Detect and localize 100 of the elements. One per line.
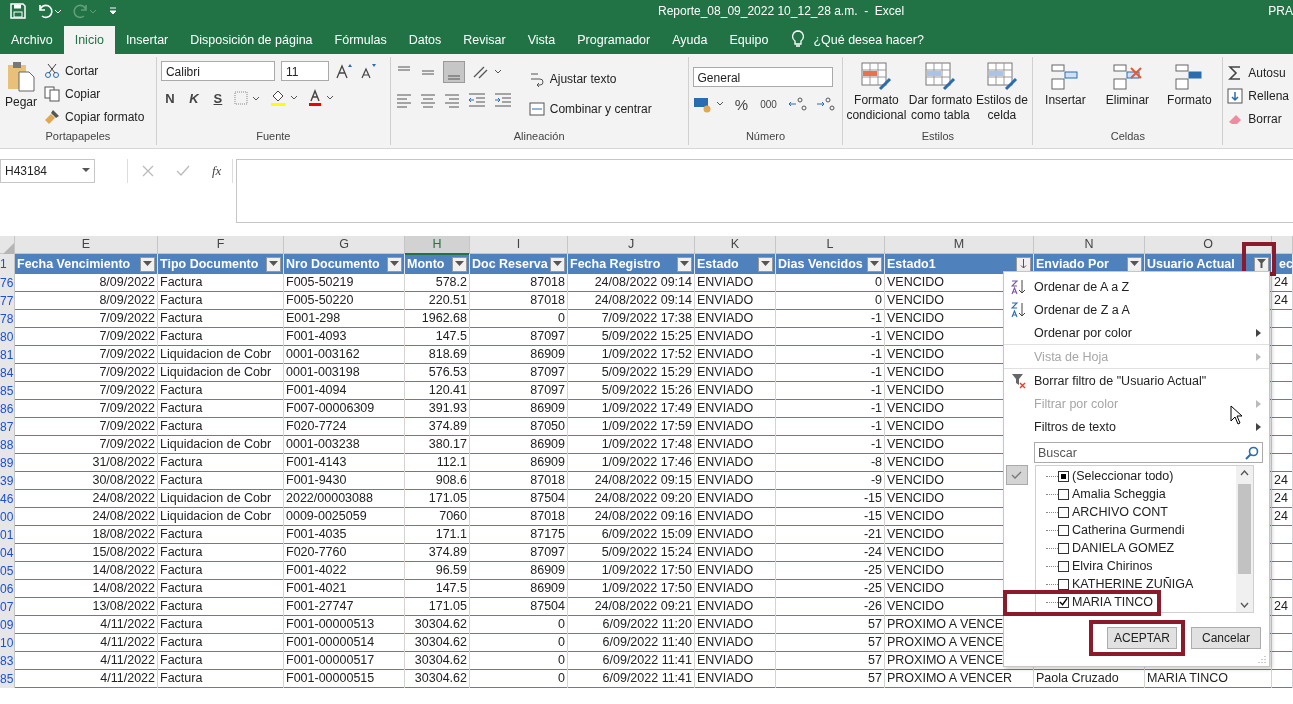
table-cell: 87018 bbox=[530, 509, 565, 523]
grow-font-icon[interactable] bbox=[334, 63, 353, 79]
checkbox[interactable] bbox=[1058, 578, 1069, 590]
checkbox[interactable] bbox=[1058, 596, 1069, 608]
checkbox[interactable] bbox=[1058, 506, 1069, 518]
undo-icon[interactable] bbox=[36, 3, 62, 19]
thousands-button[interactable]: 000 bbox=[756, 98, 781, 110]
font-name-dropdown[interactable]: Calibri bbox=[160, 61, 275, 81]
menu-item[interactable]: Filtros de texto bbox=[1004, 415, 1269, 438]
menu-item[interactable]: Ordenar por color bbox=[1004, 321, 1269, 344]
number-format-dropdown[interactable]: General bbox=[692, 67, 833, 87]
table-cell: ENVIADO bbox=[697, 509, 754, 523]
table-cell: 87175 bbox=[530, 527, 565, 541]
chevron-down-icon[interactable] bbox=[1240, 602, 1249, 608]
filter-button[interactable] bbox=[140, 256, 155, 272]
editing-button[interactable]: Autosu bbox=[1227, 63, 1289, 83]
styles-button[interactable]: Formato condicional bbox=[847, 61, 906, 130]
resize-grip-icon[interactable] bbox=[1258, 655, 1266, 663]
wrap-text-button[interactable]: Ajustar texto bbox=[528, 69, 652, 89]
dialog-button[interactable]: Cancelar bbox=[1191, 627, 1261, 649]
filter-button[interactable] bbox=[758, 256, 773, 272]
ribbon-tab[interactable]: Programador bbox=[566, 26, 662, 54]
styles-button[interactable]: Dar formato como tabla bbox=[911, 61, 970, 130]
table-cell: 4/11/2022 bbox=[100, 635, 155, 649]
search-field[interactable]: Buscar bbox=[1034, 442, 1263, 463]
filter-button[interactable] bbox=[387, 256, 402, 272]
filter-value[interactable]: (Seleccionar todo) bbox=[1072, 469, 1174, 483]
increase-decimal-icon[interactable] bbox=[786, 95, 809, 113]
ribbon-tab[interactable]: Vista bbox=[516, 26, 567, 54]
scrollbar[interactable] bbox=[1236, 466, 1253, 612]
merge-center-button[interactable]: Combinar y centrar bbox=[528, 99, 652, 119]
customize-icon[interactable] bbox=[108, 5, 118, 17]
cells-button[interactable]: Formato bbox=[1161, 61, 1218, 130]
filter-value[interactable]: Elvira Chirinos bbox=[1072, 559, 1153, 573]
ribbon-tab[interactable]: Disposición de página bbox=[179, 26, 324, 54]
paste-button[interactable]: Pegar bbox=[4, 61, 38, 130]
tell-me-field[interactable]: ¿Qué desea hacer? bbox=[813, 26, 924, 54]
shrink-font-icon[interactable] bbox=[358, 63, 377, 79]
format-painter-button[interactable]: Copiar formato bbox=[44, 107, 145, 127]
filter-value[interactable]: ARCHIVO CONT bbox=[1072, 505, 1168, 519]
table-cell: 6/09/2022 11:41 bbox=[602, 671, 692, 685]
copy-button[interactable]: Copiar bbox=[44, 84, 145, 104]
filter-value[interactable]: Amalia Scheggia bbox=[1072, 487, 1166, 501]
filter-button[interactable] bbox=[550, 256, 565, 272]
filter-button[interactable] bbox=[1254, 256, 1269, 272]
table-cell: 24/08/2022 09:20 bbox=[594, 491, 692, 505]
insert-function-button[interactable]: fx bbox=[212, 163, 222, 179]
ribbon-tab[interactable]: Revisar bbox=[452, 26, 517, 54]
filter-button[interactable] bbox=[1016, 256, 1031, 272]
cut-button[interactable]: Cortar bbox=[44, 61, 145, 81]
ribbon-tab[interactable]: Archivo bbox=[0, 26, 64, 54]
menu-item[interactable]: Ordenar de A a Z bbox=[1004, 275, 1269, 298]
save-icon[interactable] bbox=[10, 3, 26, 19]
styles-button[interactable]: Estilos de celda bbox=[975, 61, 1029, 130]
formula-input[interactable] bbox=[236, 159, 1293, 223]
font-size-dropdown[interactable]: 11 bbox=[280, 61, 329, 81]
filter-button[interactable] bbox=[1127, 256, 1142, 272]
caret-icon bbox=[680, 261, 689, 267]
ribbon-tab[interactable]: Fórmulas bbox=[323, 26, 398, 54]
filter-value[interactable]: KATHERINE ZUÑIGA bbox=[1072, 577, 1194, 591]
filter-value[interactable]: Catherina Gurmendi bbox=[1072, 523, 1185, 537]
editing-button[interactable]: Rellena bbox=[1227, 86, 1289, 106]
ribbon-tab[interactable]: Ayuda bbox=[661, 26, 719, 54]
filter-value[interactable]: MARIA TINCO bbox=[1072, 595, 1154, 609]
decrease-decimal-icon[interactable] bbox=[814, 95, 837, 113]
filter-button[interactable] bbox=[452, 256, 467, 272]
ribbon-tab[interactable]: Datos bbox=[397, 26, 453, 54]
column-header[interactable]: H bbox=[405, 236, 470, 255]
bold-button[interactable]: N bbox=[160, 90, 179, 106]
align-bottom-icon[interactable] bbox=[442, 61, 465, 83]
checkbox[interactable] bbox=[1058, 542, 1069, 554]
checkbox[interactable] bbox=[1058, 524, 1069, 536]
table-cell: VENCIDO bbox=[887, 491, 944, 505]
cells-button[interactable]: Eliminar bbox=[1099, 61, 1156, 130]
filter-button[interactable] bbox=[266, 256, 281, 272]
ribbon-tab[interactable]: Insertar bbox=[114, 26, 180, 54]
filter-value[interactable]: DANIELA GOMEZ bbox=[1072, 541, 1175, 555]
table-cell: 171.1 bbox=[435, 527, 467, 541]
table-cell: MARIA TINCO bbox=[1147, 671, 1229, 685]
cells-button[interactable]: Insertar bbox=[1037, 61, 1094, 130]
underline-button[interactable]: S bbox=[208, 90, 227, 106]
chevron-up-icon[interactable] bbox=[1240, 470, 1249, 476]
filter-button[interactable] bbox=[677, 256, 692, 272]
menu-item[interactable]: Ordenar de Z a A bbox=[1004, 298, 1269, 321]
filter-button[interactable] bbox=[867, 256, 882, 272]
menu-item[interactable]: Borrar filtro de "Usuario Actual" bbox=[1004, 368, 1269, 392]
checkbox[interactable] bbox=[1058, 560, 1069, 572]
checkbox[interactable] bbox=[1058, 488, 1069, 500]
name-box[interactable]: H43184 bbox=[0, 159, 95, 183]
ribbon-tab[interactable]: Equipo bbox=[718, 26, 780, 54]
italic-button[interactable]: K bbox=[184, 90, 203, 106]
editing-button[interactable]: Borrar bbox=[1227, 109, 1289, 129]
row-number: 78 bbox=[0, 310, 15, 328]
table-cell: 0 bbox=[558, 671, 565, 685]
dialog-button[interactable]: ACEPTAR bbox=[1107, 627, 1177, 649]
percent-button[interactable]: % bbox=[732, 95, 751, 113]
checkbox[interactable] bbox=[1058, 470, 1069, 482]
table-cell: 0 bbox=[875, 275, 882, 289]
ribbon-tab[interactable]: Inicio bbox=[63, 26, 115, 54]
table-cell: F001-4022 bbox=[286, 563, 347, 577]
